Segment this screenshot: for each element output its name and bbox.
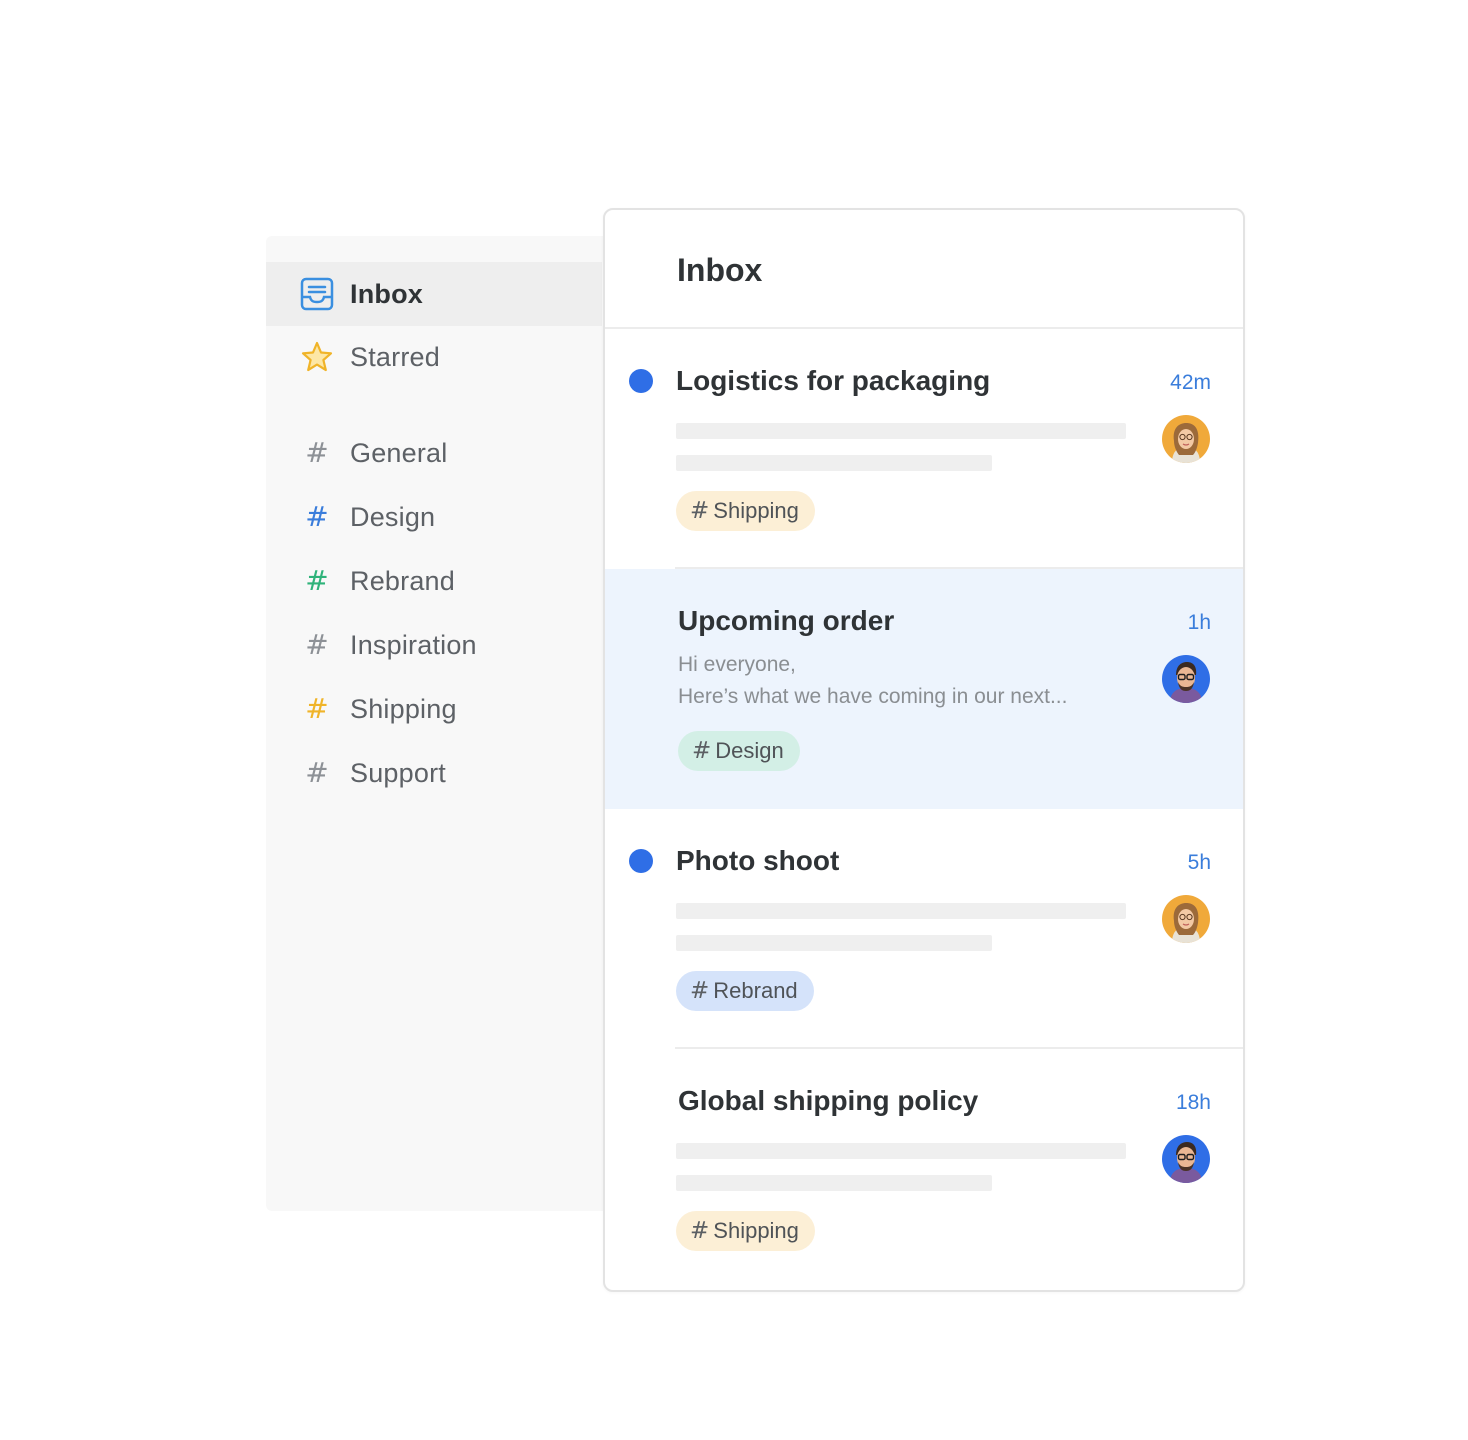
message-item-selected[interactable]: Upcoming order 1h Hi everyone, Here’s wh…	[605, 569, 1243, 809]
inbox-icon	[300, 277, 334, 311]
preview-placeholder-line	[676, 1143, 1126, 1159]
tag-label: Shipping	[713, 1218, 799, 1243]
sidebar-item-shipping[interactable]: # Shipping	[266, 677, 602, 741]
preview-placeholder-line	[676, 455, 992, 471]
message-time: 42m	[1170, 371, 1211, 394]
message-time: 5h	[1187, 851, 1211, 874]
preview-placeholder-line	[676, 1175, 992, 1191]
sidebar-item-label: General	[350, 437, 448, 468]
message-time: 1h	[1187, 611, 1211, 634]
preview-placeholder-line	[676, 903, 1126, 919]
hash-icon: #	[690, 1217, 710, 1244]
unread-indicator	[629, 369, 653, 393]
page-title: Inbox	[677, 252, 763, 288]
sidebar-item-support[interactable]: # Support	[266, 741, 602, 805]
preview-placeholder-line	[676, 423, 1126, 439]
sidebar: Inbox Starred # General # Design # Rebra…	[266, 236, 626, 1211]
message-item[interactable]: Global shipping policy 18h # Shipping	[605, 1049, 1243, 1289]
sidebar-item-inspiration[interactable]: # Inspiration	[266, 613, 602, 677]
message-time: 18h	[1175, 1091, 1211, 1114]
hash-icon: #	[305, 628, 329, 661]
tag-label: Shipping	[713, 498, 799, 523]
sidebar-item-design[interactable]: # Design	[266, 485, 602, 549]
hash-icon: #	[690, 977, 710, 1004]
woman-avatar	[1162, 895, 1210, 943]
sidebar-item-general[interactable]: # General	[266, 421, 602, 485]
message-preview: Hi everyone, Here’s what we have coming …	[678, 649, 1067, 713]
message-item[interactable]: Logistics for packaging 42m # Shipping	[605, 329, 1243, 569]
sidebar-item-label: Design	[350, 501, 436, 532]
hash-icon: #	[305, 756, 329, 789]
hash-icon: #	[692, 737, 712, 764]
sidebar-item-inbox[interactable]: Inbox	[266, 262, 602, 326]
preview-line: Hi everyone,	[678, 653, 796, 676]
sidebar-item-label: Shipping	[350, 693, 457, 724]
man-avatar	[1162, 1135, 1210, 1183]
sidebar-item-label: Rebrand	[350, 565, 455, 596]
tag-design[interactable]: # Design	[678, 731, 800, 771]
message-title: Logistics for packaging	[676, 365, 991, 396]
sidebar-item-label: Starred	[350, 341, 440, 372]
tag-label: Rebrand	[713, 978, 798, 1003]
sidebar-item-label: Inbox	[350, 278, 423, 309]
woman-avatar	[1162, 415, 1210, 463]
message-title: Photo shoot	[676, 845, 840, 876]
preview-line: Here’s what we have coming in our next..…	[678, 685, 1068, 708]
hash-icon: #	[690, 497, 710, 524]
tag-shipping[interactable]: # Shipping	[676, 491, 815, 531]
hash-icon: #	[305, 436, 329, 469]
star-icon	[300, 340, 334, 374]
hash-icon: #	[305, 692, 329, 725]
hash-icon: #	[305, 564, 329, 597]
man-avatar	[1162, 655, 1210, 703]
tag-rebrand[interactable]: # Rebrand	[676, 971, 814, 1011]
hash-icon: #	[305, 500, 329, 533]
preview-placeholder-line	[676, 935, 992, 951]
tag-label: Design	[715, 738, 784, 763]
sidebar-item-label: Support	[350, 757, 446, 788]
tag-shipping[interactable]: # Shipping	[676, 1211, 815, 1251]
unread-indicator	[629, 849, 653, 873]
sidebar-item-rebrand[interactable]: # Rebrand	[266, 549, 602, 613]
message-item[interactable]: Photo shoot 5h # Rebrand	[605, 809, 1243, 1049]
sidebar-item-label: Inspiration	[350, 629, 477, 660]
inbox-panel: Inbox Logistics for packaging 42m # Ship…	[603, 208, 1245, 1292]
message-title: Upcoming order	[678, 605, 895, 636]
message-title: Global shipping policy	[678, 1085, 979, 1116]
sidebar-item-starred[interactable]: Starred	[266, 325, 602, 389]
